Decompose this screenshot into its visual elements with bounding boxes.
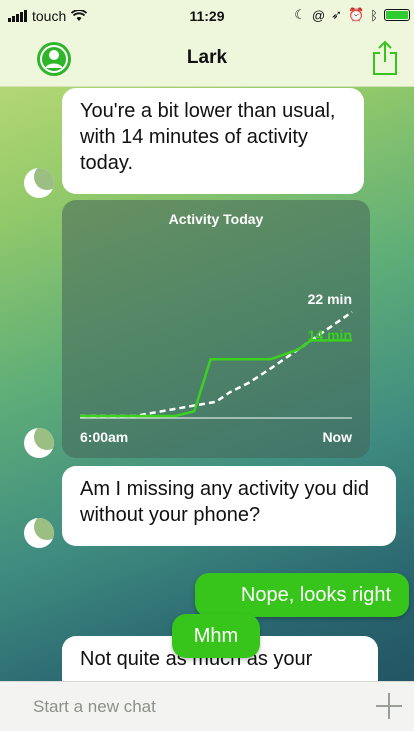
alarm-icon: ⏰ [348,7,365,22]
x-end-label: Now [322,429,352,445]
chat-input-bar: Start a new chat [0,681,414,731]
lark-bot-icon [24,168,54,198]
chart-title: Activity Today [169,211,264,227]
page-title: Lark [186,47,228,68]
add-icon[interactable] [376,693,402,719]
bluetooth-icon: ᛒ [370,7,378,23]
battery-icon [384,9,410,21]
bot-message: You're a bit lower than usual, with 14 m… [62,88,364,194]
location-icon: ➶ [331,7,342,22]
moon-icon: ☾ [294,7,306,22]
nav-bar: Lark [0,34,414,87]
chat-screen: touch 11:29 ☾ @ ➶ ⏰ ᛒ Lark You're a bit … [0,0,414,731]
lark-bot-icon [24,428,54,458]
series-label-solid: 14 min [308,327,352,343]
series-label-dashed: 22 min [308,291,352,307]
series-line-solid [80,339,352,418]
activity-chart: Activity Today 22 min 14 min 6:00am Now [80,211,353,445]
lark-bot-icon [24,518,54,548]
activity-chart-card: Activity Today 22 min 14 min 6:00am Now [62,200,370,458]
bot-message: Am I missing any activity you did withou… [62,466,396,546]
rotation-lock-icon: @ [311,7,326,23]
x-start-label: 6:00am [80,429,128,445]
share-icon[interactable] [370,40,400,76]
chat-input[interactable]: Start a new chat [33,697,156,717]
status-bar: touch 11:29 ☾ @ ➶ ⏰ ᛒ [0,0,414,34]
user-message-sending: Mhm [172,614,260,658]
user-message: Nope, looks right [195,573,409,617]
